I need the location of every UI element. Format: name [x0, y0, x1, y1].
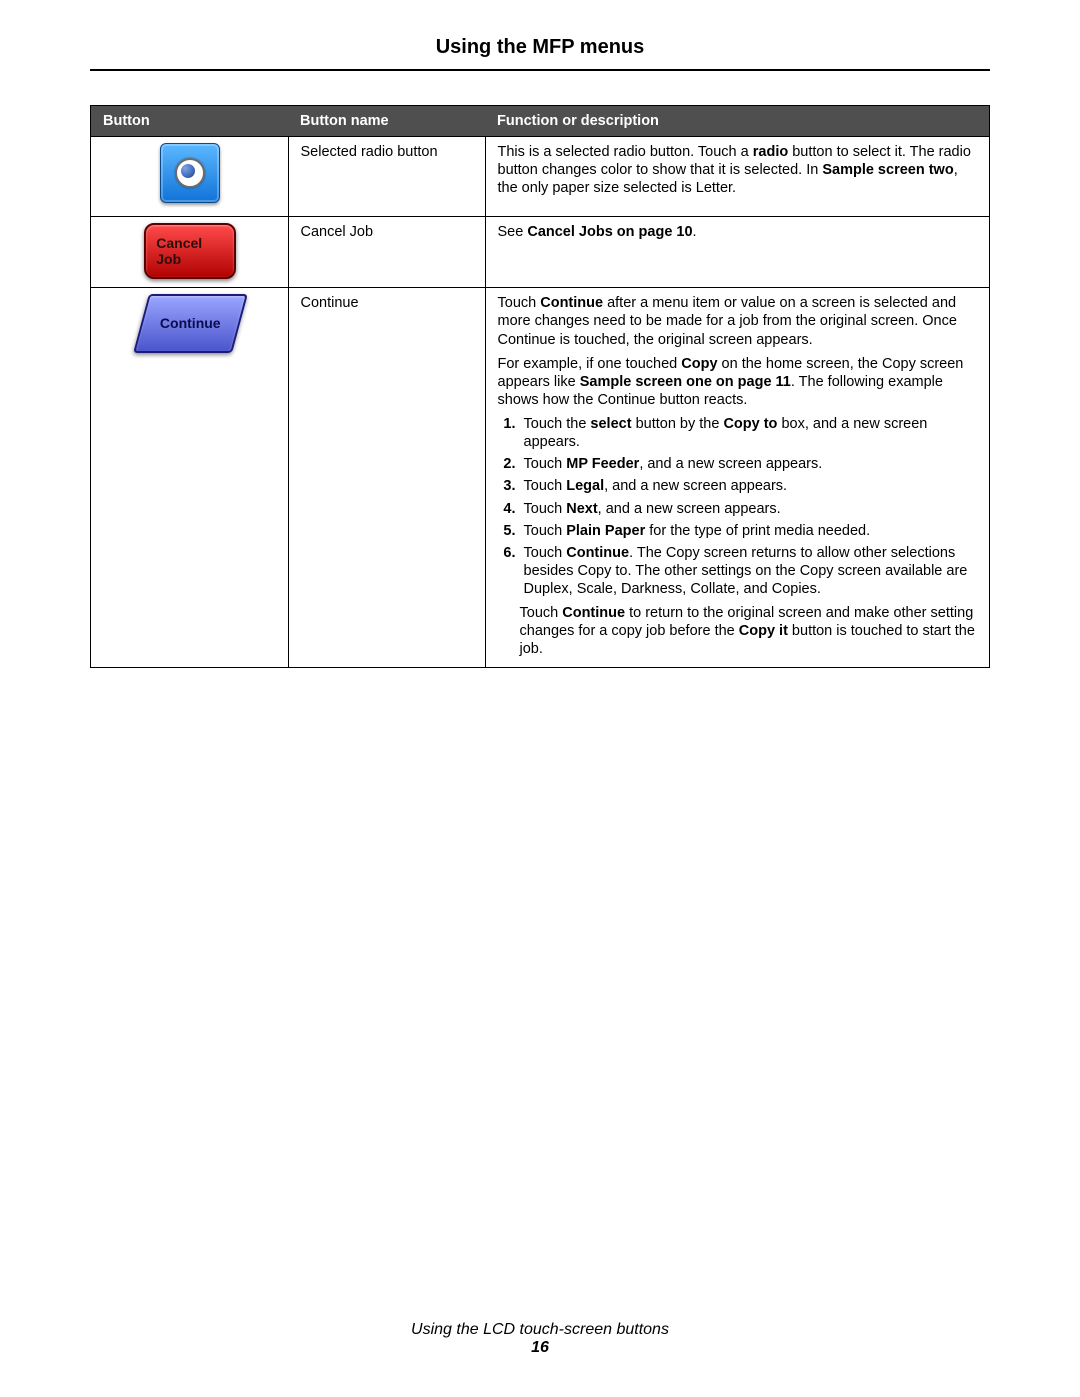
text-bold: Legal — [566, 478, 604, 494]
text: for the type of print media needed. — [645, 523, 870, 539]
button-cell-radio — [91, 137, 289, 217]
text-bold: Continue — [562, 605, 625, 621]
list-item: Touch Next, and a new screen appears. — [520, 500, 980, 518]
icon-label-line: Job — [156, 251, 234, 267]
table-header-row: Button Button name Function or descripti… — [91, 106, 990, 137]
text-bold: Cancel Jobs on page 10 — [527, 224, 692, 240]
button-reference-table: Button Button name Function or descripti… — [90, 105, 990, 668]
col-header-desc: Function or description — [485, 106, 990, 137]
text-bold: Plain Paper — [566, 523, 645, 539]
table-row: Cancel Job Cancel Job See Cancel Jobs on… — [91, 217, 990, 288]
list-item: Touch the select button by the Copy to b… — [520, 415, 980, 451]
button-cell-cancel: Cancel Job — [91, 217, 289, 288]
text-bold: radio — [753, 144, 788, 160]
text: , and a new screen appears. — [604, 478, 787, 494]
text-bold: Sample screen one on page 11 — [580, 374, 791, 390]
continue-steps-list: Touch the select button by the Copy to b… — [498, 415, 980, 598]
page-number: 16 — [0, 1339, 1080, 1357]
text-bold: Continue — [540, 295, 603, 311]
text: This is a selected radio button. Touch a — [498, 144, 753, 160]
button-name-cancel: Cancel Job — [288, 217, 485, 288]
table-row: Continue Continue Touch Continue after a… — [91, 288, 990, 667]
button-name-continue: Continue — [288, 288, 485, 667]
text: Touch — [524, 478, 567, 494]
list-item: Touch Continue. The Copy screen returns … — [520, 544, 980, 598]
text-bold: Continue — [566, 545, 629, 561]
icon-label-line: Cancel — [156, 235, 234, 251]
list-item: Touch Plain Paper for the type of print … — [520, 522, 980, 540]
text: Touch — [524, 501, 567, 517]
text: . — [693, 224, 697, 240]
button-desc-cancel: See Cancel Jobs on page 10. — [485, 217, 990, 288]
text: , and a new screen appears. — [598, 501, 781, 517]
list-item: Touch MP Feeder, and a new screen appear… — [520, 455, 980, 473]
button-desc-continue: Touch Continue after a menu item or valu… — [485, 288, 990, 667]
icon-label: Continue — [160, 315, 221, 333]
text-bold: select — [590, 416, 631, 432]
text: For example, if one touched — [498, 356, 682, 372]
text: See — [498, 224, 528, 240]
text-bold: Copy — [681, 356, 717, 372]
cancel-job-button-icon: Cancel Job — [144, 223, 236, 279]
table-row: Selected radio button This is a selected… — [91, 137, 990, 217]
button-cell-continue: Continue — [91, 288, 289, 667]
text-bold: Sample screen two — [822, 162, 953, 178]
footer-section-title: Using the LCD touch-screen buttons — [411, 1321, 669, 1338]
text: Touch — [524, 523, 567, 539]
list-item: Touch Legal, and a new screen appears. — [520, 477, 980, 495]
text: Touch the — [524, 416, 591, 432]
button-name-radio: Selected radio button — [288, 137, 485, 217]
text: Touch — [524, 545, 567, 561]
text: button by the — [632, 416, 724, 432]
text-bold: Copy to — [723, 416, 777, 432]
page-title: Using the MFP menus — [90, 36, 990, 69]
continue-button-icon: Continue — [133, 294, 248, 353]
text: Touch — [524, 456, 567, 472]
col-header-name: Button name — [288, 106, 485, 137]
button-desc-radio: This is a selected radio button. Touch a… — [485, 137, 990, 217]
text-bold: Next — [566, 501, 597, 517]
text: , and a new screen appears. — [639, 456, 822, 472]
text: Touch — [520, 605, 563, 621]
selected-radio-button-icon — [160, 143, 220, 203]
text: Touch — [498, 295, 541, 311]
title-rule — [90, 69, 990, 71]
text-bold: MP Feeder — [566, 456, 639, 472]
col-header-button: Button — [91, 106, 289, 137]
text-bold: Copy it — [739, 623, 788, 639]
page-footer: Using the LCD touch-screen buttons 16 — [0, 1321, 1080, 1357]
